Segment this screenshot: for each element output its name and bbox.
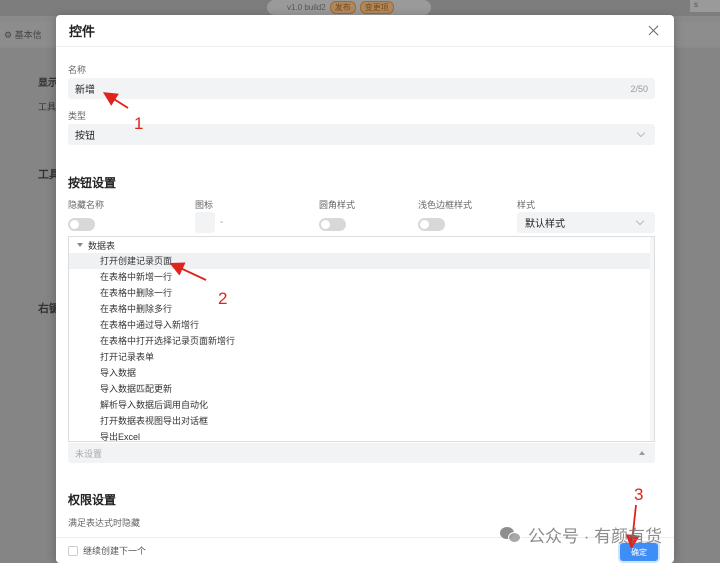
- wechat-icon: [500, 526, 522, 544]
- tree-item[interactable]: 打开记录表单: [69, 349, 654, 365]
- top-right-control[interactable]: s: [690, 0, 720, 12]
- type-value: 按钮: [75, 131, 95, 142]
- bg-label-tools: 工具: [38, 102, 57, 112]
- action-placeholder: 未设置: [75, 448, 103, 459]
- dialog-header: 控件: [56, 15, 674, 47]
- tree-item[interactable]: 在表格中删除一行: [69, 285, 654, 301]
- type-select[interactable]: 按钮: [68, 124, 655, 145]
- caret-up-icon: [639, 451, 645, 455]
- light-border-label: 浅色边框样式: [418, 200, 473, 210]
- tree-item[interactable]: 在表格中打开选择记录页面新增行: [69, 333, 654, 349]
- basic-info-tab[interactable]: ⚙ 基本信: [4, 28, 42, 41]
- button-settings-title: 按钮设置: [68, 176, 117, 190]
- icon-value: -: [220, 217, 224, 228]
- action-tree: 数据表 打开创建记录页面 在表格中新增一行 在表格中删除一行 在表格中删除多行 …: [68, 236, 655, 442]
- control-dialog: 控件 名称 新增 2/50 类型 按钮 按钮设置 隐藏名称 图标 - 圆角样式 …: [56, 15, 674, 563]
- continue-checkbox[interactable]: [68, 545, 78, 556]
- name-char-count: 2/50: [630, 83, 648, 94]
- action-select[interactable]: 未设置: [68, 443, 655, 463]
- tree-item[interactable]: 导入数据: [69, 365, 654, 381]
- tree-item[interactable]: 在表格中新增一行: [69, 269, 654, 285]
- type-label: 类型: [68, 111, 87, 121]
- hide-name-toggle[interactable]: [68, 218, 95, 231]
- hide-name-label: 隐藏名称: [68, 200, 105, 210]
- name-input[interactable]: 新增 2/50: [68, 78, 655, 99]
- dialog-title: 控件: [69, 24, 96, 39]
- name-label: 名称: [68, 65, 87, 75]
- chevron-down-icon: [636, 128, 646, 138]
- chevron-down-icon: [635, 216, 645, 226]
- tree-item[interactable]: 打开数据表视图导出对话框: [69, 413, 654, 429]
- watermark-text: 公众号 · 有颜有货: [528, 527, 663, 546]
- name-value: 新增: [75, 85, 95, 96]
- style-value: 默认样式: [525, 219, 565, 230]
- tree-root-datatable[interactable]: 数据表: [69, 237, 654, 253]
- close-icon[interactable]: [647, 24, 661, 38]
- annotation-number-1: 1: [134, 114, 144, 133]
- version-text: v1.0 build2: [287, 3, 326, 12]
- style-label: 样式: [517, 200, 536, 210]
- tree-item[interactable]: 解析导入数据后调用自动化: [69, 397, 654, 413]
- permission-settings-title: 权限设置: [68, 493, 117, 507]
- continue-label: 继续创建下一个: [83, 546, 147, 556]
- tree-item[interactable]: 导出Excel: [69, 429, 654, 441]
- tree-scrollbar[interactable]: [650, 237, 654, 441]
- icon-picker[interactable]: [195, 212, 215, 233]
- tree-item[interactable]: 打开创建记录页面: [69, 253, 654, 269]
- version-bar: v1.0 build2 发布 变更项: [267, 0, 431, 15]
- annotation-number-2: 2: [218, 289, 228, 308]
- publish-button[interactable]: 发布: [329, 1, 356, 14]
- style-select[interactable]: 默认样式: [517, 212, 655, 233]
- hide-when-label: 满足表达式时隐藏: [68, 518, 141, 528]
- rounded-label: 圆角样式: [319, 200, 356, 210]
- caret-down-icon[interactable]: [77, 243, 83, 247]
- watermark: 公众号 · 有颜有货: [500, 522, 662, 547]
- tree-item[interactable]: 在表格中删除多行: [69, 301, 654, 317]
- light-border-toggle[interactable]: [418, 218, 445, 231]
- annotation-number-3: 3: [634, 485, 644, 504]
- bg-label-display: 显示: [38, 78, 58, 89]
- rounded-toggle[interactable]: [319, 218, 346, 231]
- tree-item[interactable]: 导入数据匹配更新: [69, 381, 654, 397]
- changes-button[interactable]: 变更项: [359, 1, 394, 14]
- tree-item[interactable]: 在表格中通过导入新增行: [69, 317, 654, 333]
- icon-label: 图标: [195, 200, 214, 210]
